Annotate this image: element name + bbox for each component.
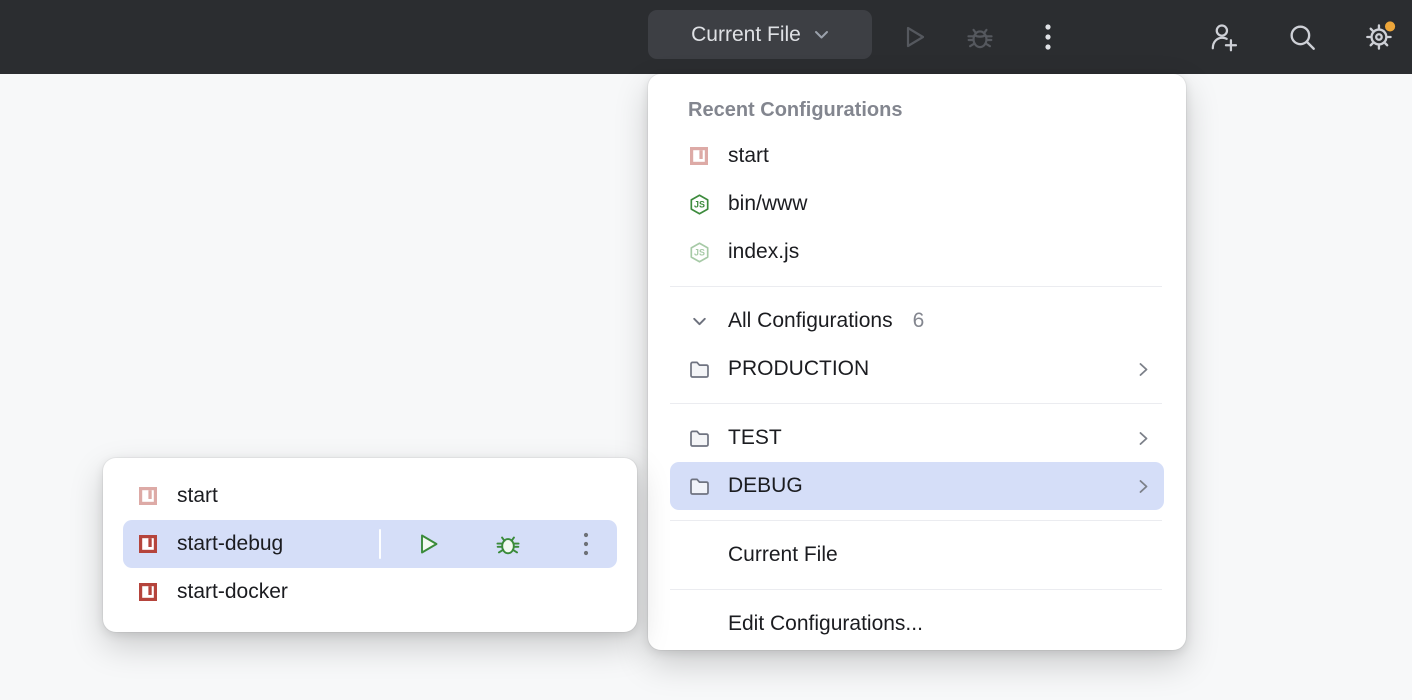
main-toolbar: Current File	[0, 0, 1412, 74]
debug-icon[interactable]	[493, 529, 523, 559]
chevron-right-icon	[1136, 479, 1150, 494]
more-options-kebab-icon[interactable]	[1030, 19, 1066, 55]
run-icon[interactable]	[896, 19, 932, 55]
chevron-right-icon	[1136, 362, 1150, 377]
menu-item-label: bin/www	[728, 192, 807, 216]
submenu-item-start[interactable]: start	[123, 472, 617, 520]
submenu-item-label: start	[177, 484, 218, 508]
folder-label: TEST	[728, 426, 782, 450]
recent-configurations-header: Recent Configurations	[670, 88, 1164, 132]
menu-item-current-file[interactable]: Current File	[670, 531, 1164, 579]
menu-item-label: index.js	[728, 240, 799, 264]
folder-icon	[688, 358, 710, 380]
menu-item-start[interactable]: start	[670, 132, 1164, 180]
actions-separator	[379, 529, 381, 559]
folder-label: PRODUCTION	[728, 357, 869, 381]
folder-item-production[interactable]: PRODUCTION	[670, 345, 1164, 393]
menu-divider	[670, 520, 1162, 521]
folder-item-debug[interactable]: DEBUG	[670, 462, 1164, 510]
submenu-item-start-docker[interactable]: start-docker	[123, 568, 617, 616]
npm-icon	[137, 581, 159, 603]
run-configuration-label: Current File	[691, 23, 801, 47]
chevron-right-icon	[1136, 431, 1150, 446]
menu-divider	[670, 286, 1162, 287]
more-options-kebab-icon[interactable]	[571, 529, 601, 559]
npm-icon	[137, 485, 159, 507]
menu-item-label: start	[728, 144, 769, 168]
folder-label: DEBUG	[728, 474, 803, 498]
all-configurations-toggle[interactable]: All Configurations 6	[670, 297, 1164, 345]
debug-folder-submenu: start start-debug start-docker	[103, 458, 637, 632]
all-configurations-label: All Configurations	[728, 309, 893, 333]
menu-divider	[670, 589, 1162, 590]
submenu-item-label: start-docker	[177, 580, 288, 604]
folder-icon	[688, 475, 710, 497]
menu-item-bin-www[interactable]: JS bin/www	[670, 180, 1164, 228]
configurations-count: 6	[913, 309, 925, 333]
search-icon[interactable]	[1284, 19, 1320, 55]
nodejs-icon: JS	[688, 241, 710, 263]
run-icon[interactable]	[413, 529, 443, 559]
svg-text:JS: JS	[694, 247, 705, 257]
run-configuration-selector[interactable]: Current File	[648, 10, 872, 59]
debug-icon[interactable]	[962, 19, 998, 55]
settings-gear-icon[interactable]	[1362, 19, 1398, 55]
nodejs-icon: JS	[688, 193, 710, 215]
chevron-down-icon	[688, 310, 710, 332]
npm-icon	[688, 145, 710, 167]
svg-text:JS: JS	[694, 199, 705, 209]
menu-item-edit-configurations[interactable]: Edit Configurations...	[670, 600, 1164, 648]
menu-divider	[670, 403, 1162, 404]
run-configurations-menu: Recent Configurations start JS bin/www J…	[648, 74, 1186, 650]
submenu-item-label: start-debug	[177, 532, 283, 556]
add-user-icon[interactable]	[1206, 19, 1242, 55]
folder-item-test[interactable]: TEST	[670, 414, 1164, 462]
folder-icon	[688, 427, 710, 449]
chevron-down-icon	[814, 30, 829, 40]
submenu-item-start-debug[interactable]: start-debug	[123, 520, 617, 568]
npm-icon	[137, 533, 159, 555]
notification-dot	[1385, 21, 1395, 31]
menu-item-index-js[interactable]: JS index.js	[670, 228, 1164, 276]
